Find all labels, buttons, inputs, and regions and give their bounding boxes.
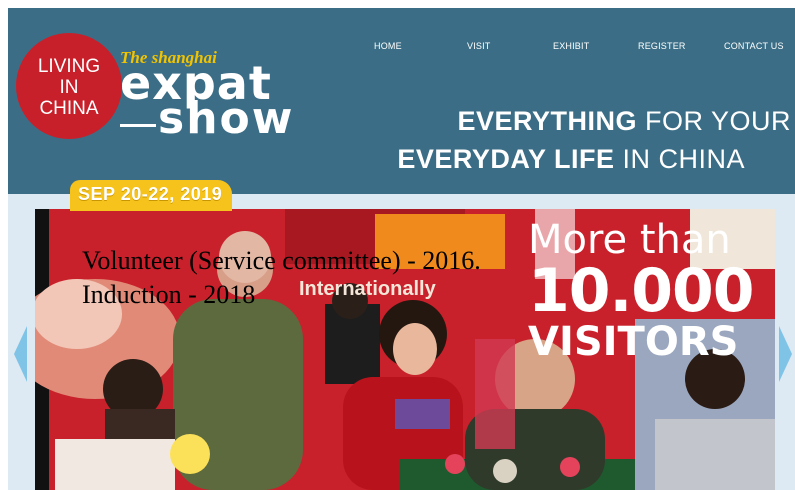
nav-contact-us[interactable]: CONTACT US	[724, 41, 784, 51]
overlay-line-1: Volunteer (Service committee) - 2016.	[82, 246, 481, 275]
tagline-line-2: EVERYDAY LIFE IN CHINA	[397, 144, 745, 175]
banner-line-3: VISITORS	[528, 319, 739, 365]
tagline-bold-1: EVERYTHING	[457, 106, 637, 136]
logo-line-in: IN	[59, 77, 79, 98]
tagline-rest-1: FOR YOUR	[644, 106, 791, 136]
main-nav: HOME VISIT EXHIBIT REGISTER CONTACT US	[8, 41, 795, 61]
site-header: LIVING IN CHINA The shanghai expat show …	[8, 8, 795, 194]
tagline-line-1: EVERYTHING FOR YOUR	[457, 106, 791, 137]
slideshow-next-arrow-icon[interactable]	[779, 326, 792, 382]
nav-home[interactable]: HOME	[374, 41, 402, 51]
nav-exhibit[interactable]: EXHIBIT	[553, 41, 589, 51]
volunteer-overlay-text: Volunteer (Service committee) - 2016. In…	[82, 244, 481, 312]
banner-line-2: 10.000	[528, 256, 755, 326]
tagline-bold-2: EVERYDAY LIFE	[397, 144, 615, 174]
tagline-rest-2: IN CHINA	[622, 144, 745, 174]
slideshow-prev-arrow-icon[interactable]	[14, 326, 27, 382]
event-date-badge: SEP 20-22, 2019	[70, 180, 233, 211]
overlay-line-2: Induction - 2018	[82, 280, 256, 309]
logo-show[interactable]: show	[158, 96, 294, 142]
nav-visit[interactable]: VISIT	[467, 41, 491, 51]
logo-underline	[120, 124, 156, 127]
logo-line-china: CHINA	[39, 98, 99, 119]
nav-register[interactable]: REGISTER	[638, 41, 686, 51]
visitor-banner: More than 10.000 VISITORS	[528, 218, 776, 364]
